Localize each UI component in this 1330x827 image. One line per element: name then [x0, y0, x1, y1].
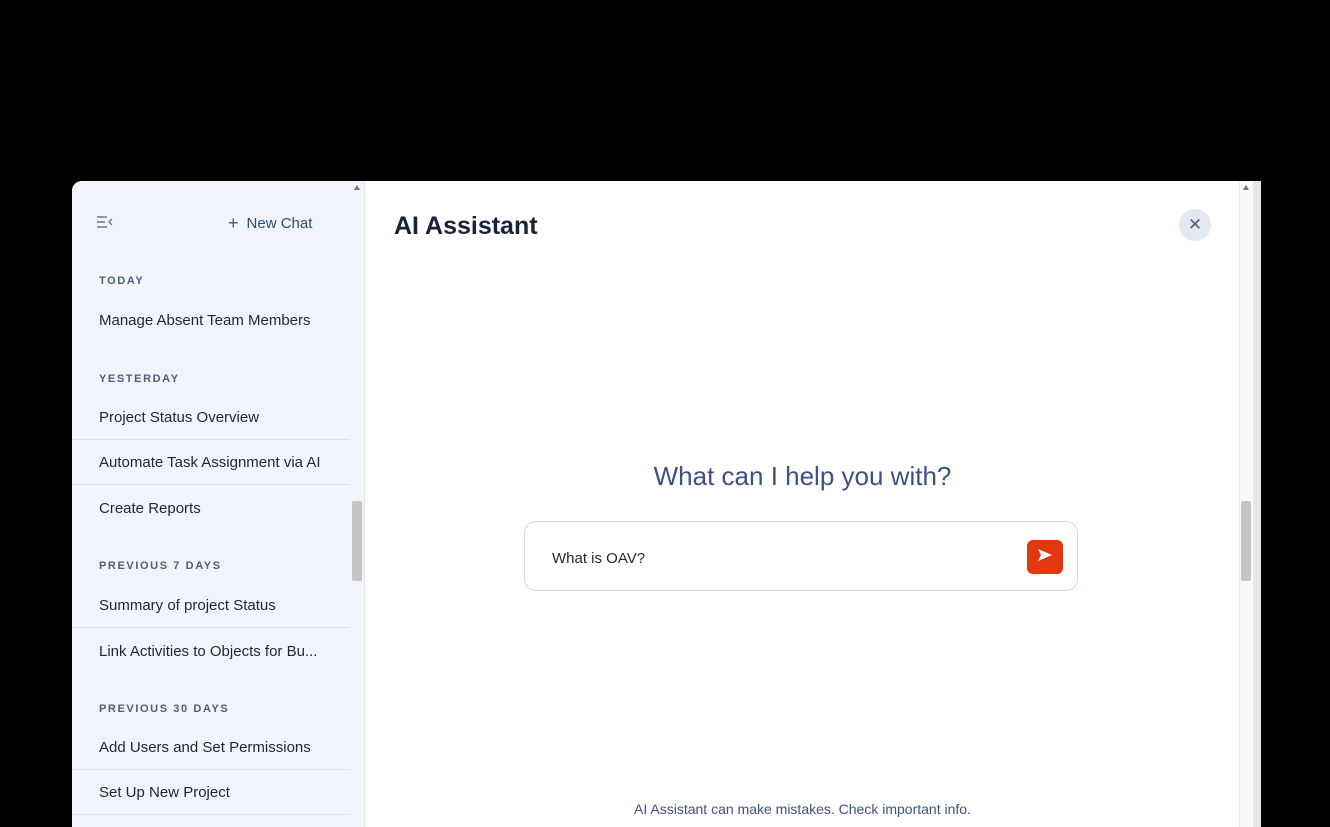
- collapse-sidebar-icon[interactable]: [96, 215, 114, 229]
- chat-item[interactable]: Automate Task Assignment via AI: [72, 441, 350, 485]
- send-icon: [1037, 548, 1053, 567]
- chat-item[interactable]: Project Status Overview: [72, 396, 350, 440]
- close-icon: ✕: [1187, 215, 1203, 234]
- disclaimer-text: AI Assistant can make mistakes. Check im…: [634, 801, 971, 817]
- plus-icon: +: [228, 213, 239, 233]
- section-label-previous-30-days: PREVIOUS 30 DAYS: [99, 703, 230, 715]
- chat-item[interactable]: Create Reports: [72, 486, 350, 530]
- chat-item[interactable]: Summary of project Status: [72, 584, 350, 628]
- chat-item[interactable]: Add Users and Set Permissions: [72, 726, 350, 770]
- chat-item[interactable]: Set Up New Project: [72, 771, 350, 815]
- chat-item[interactable]: Manage Absent Team Members: [72, 298, 350, 342]
- chat-item[interactable]: Link Activities to Objects for Bu...: [72, 629, 350, 673]
- welcome-heading: What can I help you with?: [653, 461, 952, 491]
- new-chat-button[interactable]: + New Chat: [228, 213, 312, 233]
- main-scroll-up-arrow[interactable]: [1243, 185, 1249, 190]
- send-button[interactable]: [1027, 540, 1063, 574]
- sidebar-scrollbar-thumb[interactable]: [352, 501, 362, 581]
- chat-history-sidebar: + New Chat TODAY Manage Absent Team Memb…: [72, 181, 365, 827]
- sidebar-header: + New Chat: [72, 181, 350, 261]
- prompt-input-box: [524, 521, 1078, 591]
- section-label-yesterday: YESTERDAY: [99, 373, 180, 385]
- section-label-today: TODAY: [99, 275, 145, 287]
- sidebar-scroll-up-arrow[interactable]: [354, 185, 360, 190]
- prompt-input[interactable]: [550, 546, 1014, 570]
- close-button[interactable]: ✕: [1179, 209, 1211, 241]
- right-edge-strip: [1253, 181, 1261, 827]
- ai-assistant-window: + New Chat TODAY Manage Absent Team Memb…: [72, 181, 1261, 827]
- page-title: AI Assistant: [394, 212, 538, 240]
- main-scrollbar-thumb[interactable]: [1241, 501, 1251, 581]
- new-chat-label: New Chat: [246, 214, 313, 232]
- assistant-main-panel: AI Assistant ✕ What can I help you with?…: [365, 181, 1261, 827]
- section-label-previous-7-days: PREVIOUS 7 DAYS: [99, 560, 222, 572]
